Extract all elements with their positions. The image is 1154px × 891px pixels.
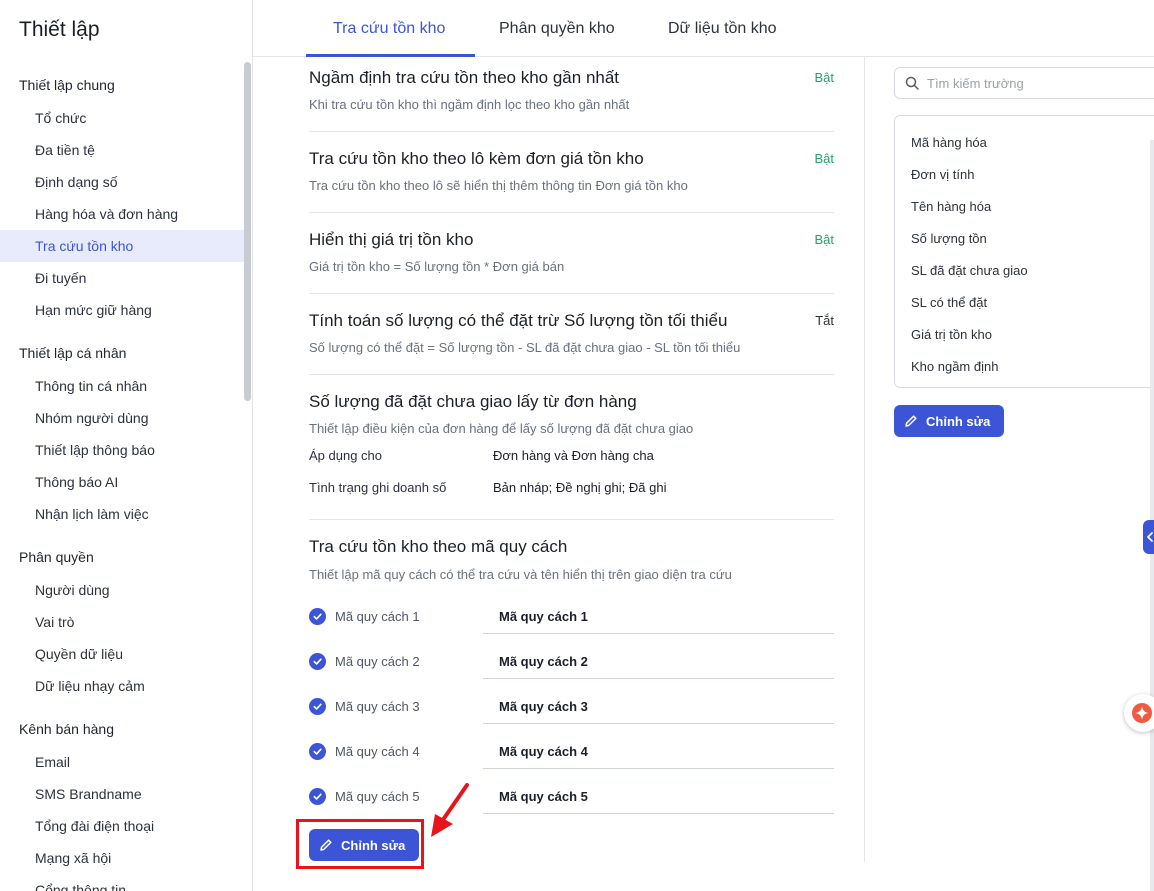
sidebar-title: Thiết lập <box>19 18 100 41</box>
sidebar-item-number-format[interactable]: Định dạng số <box>0 166 244 198</box>
setting-desc: Thiết lập điều kiện của đơn hàng để lấy … <box>309 421 694 436</box>
sidebar-item-personal-info[interactable]: Thông tin cá nhân <box>0 370 244 402</box>
sidebar-item-portal[interactable]: Cổng thông tin <box>0 874 244 891</box>
setting-desc: Tra cứu tồn kho theo lô sẽ hiển thị thêm… <box>309 178 688 193</box>
edit-button-highlight <box>296 819 424 869</box>
group-permissions: Phân quyền <box>19 549 94 565</box>
apply-for-value: Đơn hàng và Đơn hàng cha <box>493 448 654 463</box>
field-search-input[interactable]: Tìm kiếm trường <box>894 67 1154 99</box>
status-toggle[interactable]: Tắt <box>815 313 834 328</box>
sidebar-item-organization[interactable]: Tổ chức <box>0 102 244 134</box>
divider <box>309 519 834 520</box>
search-placeholder: Tìm kiếm trường <box>927 75 1024 91</box>
sidebar-item-ai-notifications[interactable]: Thông báo AI <box>0 466 244 498</box>
sidebar-item-call-center[interactable]: Tổng đài điện thoại <box>0 810 244 842</box>
sidebar-item-notifications[interactable]: Thiết lập thông báo <box>0 434 244 466</box>
tab-bar: Tra cứu tồn kho Phân quyền kho Dữ liệu t… <box>253 0 1154 57</box>
divider <box>309 374 834 375</box>
field-item[interactable]: Số lượng tồn <box>911 231 987 246</box>
field-item[interactable]: SL đã đặt chưa giao <box>911 263 1028 278</box>
spec-display-name-input[interactable]: Mã quy cách 2 <box>483 645 834 679</box>
sidebar-item-multi-currency[interactable]: Đa tiền tệ <box>0 134 244 166</box>
page-scrollbar[interactable] <box>1150 140 1154 891</box>
sidebar-item-email[interactable]: Email <box>0 746 244 778</box>
chevron-left-icon <box>1147 532 1153 542</box>
sidebar-item-users[interactable]: Người dùng <box>0 574 244 606</box>
sidebar-item-user-groups[interactable]: Nhóm người dùng <box>0 402 244 434</box>
spec-display-name-input[interactable]: Mã quy cách 3 <box>483 690 834 724</box>
apply-for-label: Áp dụng cho <box>309 448 383 463</box>
active-tab-indicator <box>306 54 475 57</box>
sparkle-icon <box>1132 703 1152 723</box>
setting-title: Tra cứu tồn kho theo lô kèm đơn giá tồn … <box>309 149 644 168</box>
group-personal: Thiết lập cá nhân <box>19 345 127 361</box>
status-toggle[interactable]: Bật <box>814 232 834 247</box>
divider <box>309 293 834 294</box>
edit-label: Chỉnh sửa <box>926 413 991 429</box>
field-item[interactable]: Tên hàng hóa <box>911 199 991 214</box>
sidebar-item-hold-limit[interactable]: Hạn mức giữ hàng <box>0 294 244 326</box>
sidebar-item-sms-brandname[interactable]: SMS Brandname <box>0 778 244 810</box>
spec-display-name-input[interactable]: Mã quy cách 1 <box>483 600 834 634</box>
spec-label: Mã quy cách 2 <box>335 654 420 669</box>
search-icon <box>905 76 919 90</box>
sidebar-item-goods-orders[interactable]: Hàng hóa và đơn hàng <box>0 198 244 230</box>
sidebar-item-work-schedule[interactable]: Nhận lịch làm việc <box>0 498 244 530</box>
status-toggle[interactable]: Bật <box>814 70 834 85</box>
tab-stock-data[interactable]: Dữ liệu tồn kho <box>668 0 777 57</box>
settings-sidebar: Thiết lập Thiết lập chung Tổ chức Đa tiề… <box>0 0 253 891</box>
spec-display-name-input[interactable]: Mã quy cách 4 <box>483 735 834 769</box>
sales-status-value: Bản nháp; Đề nghị ghi; Đã ghi <box>493 480 667 495</box>
sidebar-item-routes[interactable]: Đi tuyến <box>0 262 244 294</box>
spec-label: Mã quy cách 4 <box>335 744 420 759</box>
sidebar-item-stock-lookup[interactable]: Tra cứu tồn kho <box>0 230 244 262</box>
column-divider <box>864 57 865 862</box>
sales-status-label: Tình trạng ghi doanh số <box>309 480 447 495</box>
check-icon[interactable] <box>309 743 326 760</box>
spec-label: Mã quy cách 5 <box>335 789 420 804</box>
check-icon[interactable] <box>309 653 326 670</box>
setting-desc: Số lượng có thể đặt = Số lượng tồn - SL … <box>309 340 741 355</box>
field-item[interactable]: SL có thể đặt <box>911 295 987 310</box>
sidebar-scrollbar[interactable] <box>244 62 251 401</box>
sidebar-item-sensitive-data[interactable]: Dữ liệu nhạy cảm <box>0 670 244 702</box>
check-icon[interactable] <box>309 788 326 805</box>
setting-title: Tính toán số lượng có thể đặt trừ Số lượ… <box>309 311 728 330</box>
setting-desc: Khi tra cứu tồn kho thì ngầm định lọc th… <box>309 97 630 112</box>
spec-label: Mã quy cách 1 <box>335 609 420 624</box>
tab-stock-lookup[interactable]: Tra cứu tồn kho <box>333 0 445 57</box>
setting-title: Ngầm định tra cứu tồn theo kho gần nhất <box>309 68 620 87</box>
setting-title: Tra cứu tồn kho theo mã quy cách <box>309 537 568 556</box>
setting-title: Hiển thị giá trị tồn kho <box>309 230 474 249</box>
tab-warehouse-permissions[interactable]: Phân quyền kho <box>499 0 615 57</box>
pencil-icon <box>905 415 917 427</box>
spec-display-name-input[interactable]: Mã quy cách 5 <box>483 780 834 814</box>
setting-desc: Giá trị tồn kho = Số lượng tồn * Đơn giá… <box>309 259 565 274</box>
setting-desc: Thiết lập mã quy cách có thể tra cứu và … <box>309 567 732 582</box>
field-list: Mã hàng hóa Đơn vị tính Tên hàng hóa Số … <box>894 115 1154 388</box>
field-item[interactable]: Mã hàng hóa <box>911 135 987 150</box>
field-item[interactable]: Đơn vị tính <box>911 167 974 182</box>
collapse-panel-handle[interactable] <box>1143 520 1154 554</box>
check-icon[interactable] <box>309 608 326 625</box>
sidebar-item-social-network[interactable]: Mạng xã hội <box>0 842 244 874</box>
check-icon[interactable] <box>309 698 326 715</box>
divider <box>309 212 834 213</box>
group-general: Thiết lập chung <box>19 77 115 93</box>
setting-title: Số lượng đã đặt chưa giao lấy từ đơn hàn… <box>309 392 637 411</box>
spec-label: Mã quy cách 3 <box>335 699 420 714</box>
divider <box>309 131 834 132</box>
ai-assistant-button[interactable] <box>1124 694 1154 732</box>
sidebar-item-data-rights[interactable]: Quyền dữ liệu <box>0 638 244 670</box>
field-item[interactable]: Kho ngầm định <box>911 359 998 374</box>
field-item[interactable]: Giá trị tồn kho <box>911 327 992 342</box>
sidebar-item-roles[interactable]: Vai trò <box>0 606 244 638</box>
group-sales-channels: Kênh bán hàng <box>19 721 114 737</box>
red-arrow-icon <box>431 783 469 837</box>
fields-edit-button[interactable]: Chỉnh sửa <box>894 405 1005 437</box>
status-toggle[interactable]: Bật <box>814 151 834 166</box>
